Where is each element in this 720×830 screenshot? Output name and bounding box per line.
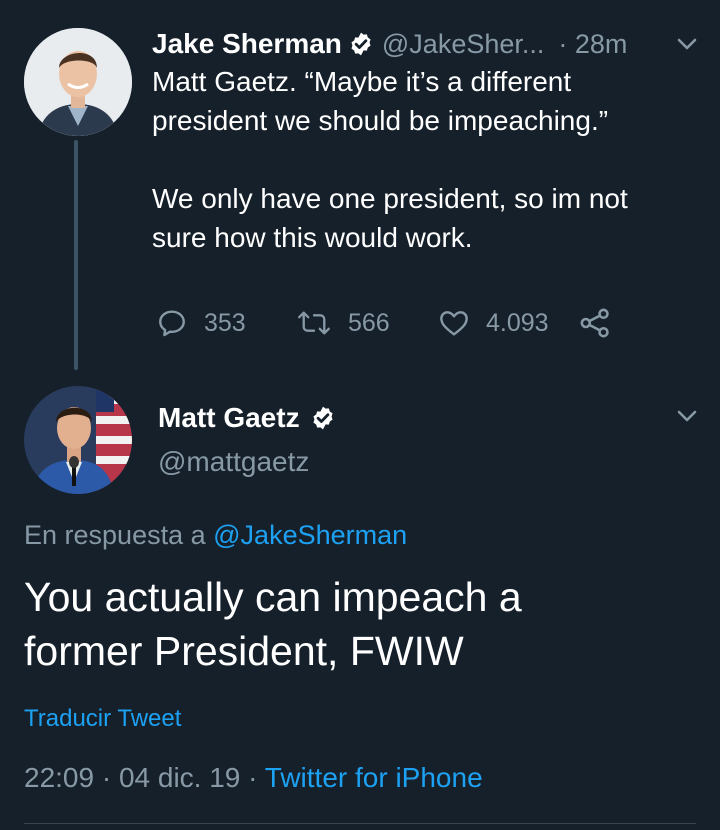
tweet1-author-name[interactable]: Jake Sherman <box>152 28 342 60</box>
tweet1-time[interactable]: · 28m <box>558 29 627 60</box>
tweet1-text-line: president we should be impeaching.” <box>152 105 609 136</box>
tweet2-author-row: Matt Gaetz <box>158 398 336 438</box>
tweet2-timestamp: 22:09 · 04 dic. 19 · <box>24 762 258 793</box>
reply-icon <box>159 310 185 337</box>
retweet-count: 566 <box>348 308 390 337</box>
tweet2-author-name[interactable]: Matt Gaetz <box>158 402 300 434</box>
tweet2-text: You actually can impeach a former Presid… <box>24 570 522 678</box>
tweet1-chevron-down-icon[interactable] <box>676 36 698 52</box>
tweet1-text-line: sure how this would work. <box>152 222 473 253</box>
reply-count: 353 <box>204 308 246 337</box>
heart-icon <box>440 311 468 336</box>
tweet2-text-line: You actually can impeach a <box>24 574 522 620</box>
tweet1-handle[interactable]: @JakeSher... <box>382 29 545 60</box>
tweet1-text: Matt Gaetz. “Maybe it’s a different pres… <box>152 62 692 257</box>
reply-button[interactable]: 353 <box>156 304 246 342</box>
verified-badge-icon <box>351 32 371 56</box>
translate-tweet-link[interactable]: Traducir Tweet <box>24 705 181 733</box>
bottom-divider <box>24 823 696 824</box>
reply-prefix: En respuesta a <box>24 520 206 550</box>
reply-to-link[interactable]: @JakeSherman <box>213 520 407 550</box>
retweet-button[interactable]: 566 <box>296 304 390 342</box>
retweet-icon <box>298 311 330 335</box>
verified-badge-icon <box>313 406 333 430</box>
tweet1-header: Jake Sherman @JakeSher... · 28m <box>152 24 672 64</box>
like-count: 4.093 <box>486 308 549 337</box>
tweet2-text-line: former President, FWIW <box>24 628 464 674</box>
tweet2-chevron-down-icon[interactable] <box>676 408 698 424</box>
tweet2-meta: 22:09 · 04 dic. 19 · Twitter for iPhone <box>24 762 483 794</box>
share-icon[interactable] <box>578 306 612 340</box>
reply-context: En respuesta a @JakeSherman <box>24 520 407 551</box>
tweet1-text-line: We only have one president, so im not <box>152 183 628 214</box>
thread-connector-line <box>74 140 78 370</box>
jake-sherman-avatar[interactable] <box>24 28 132 136</box>
tweet2-source-link[interactable]: Twitter for iPhone <box>265 762 483 793</box>
like-button[interactable]: 4.093 <box>438 304 549 342</box>
matt-gaetz-avatar[interactable] <box>24 386 132 494</box>
person-icon <box>24 386 132 494</box>
person-icon <box>24 28 132 136</box>
tweet1-text-line: Matt Gaetz. “Maybe it’s a different <box>152 66 572 97</box>
tweet2-handle[interactable]: @mattgaetz <box>158 446 309 478</box>
